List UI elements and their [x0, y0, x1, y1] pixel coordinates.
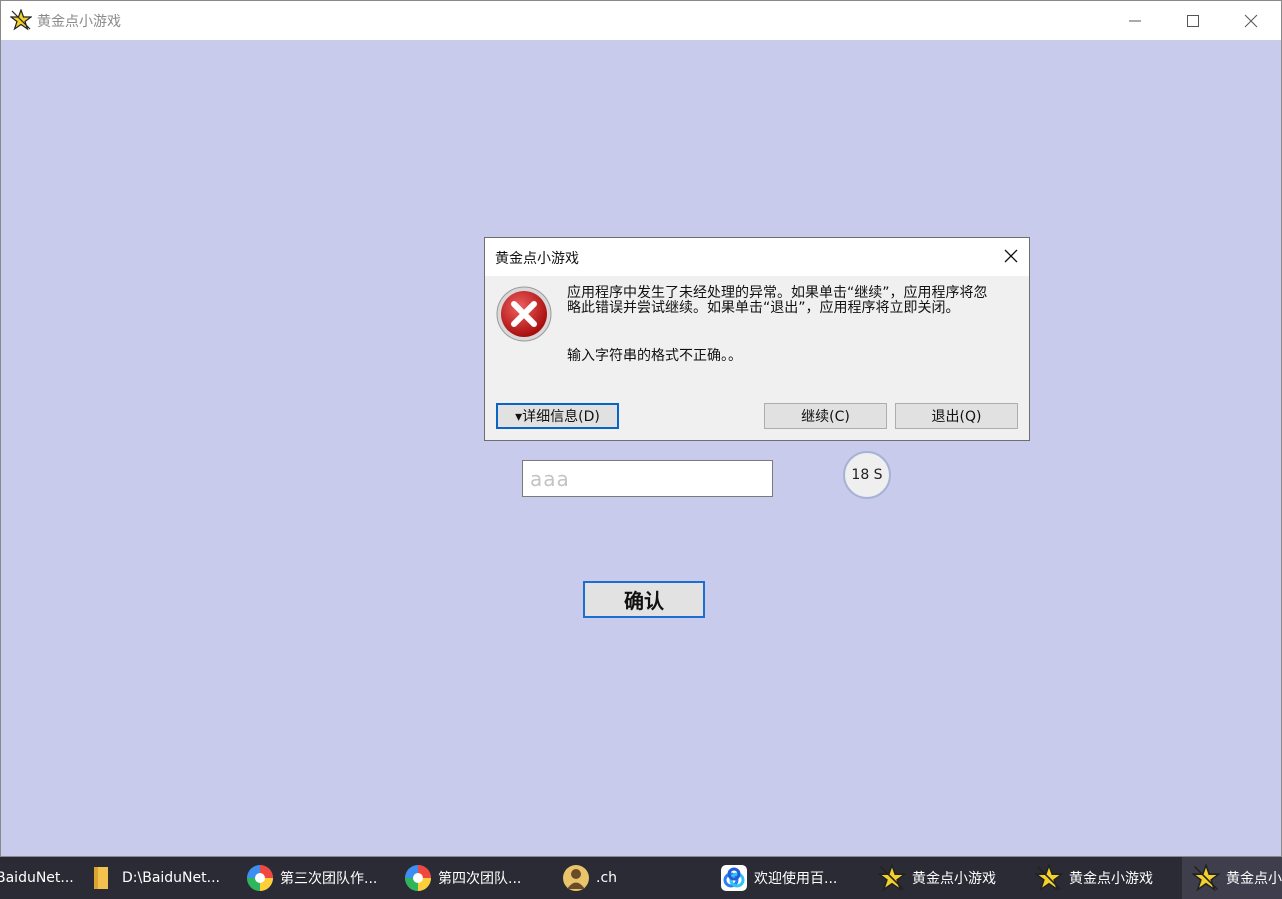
- taskbar-item-label: 欢迎使用百...: [754, 871, 838, 887]
- avatar-icon: [563, 865, 589, 891]
- taskbar-item-label: .ch: [596, 870, 618, 886]
- taskbar-item[interactable]: 黄金点小游戏: [878, 857, 1023, 899]
- taskbar-item[interactable]: .ch: [562, 857, 707, 899]
- taskbar-item-label: BaiduNet...: [0, 870, 74, 886]
- error-dialog: 黄金点小游戏 应用程序中发生了未经处理的异常。如果单击“继续”，应用程序将忽略此…: [484, 237, 1030, 441]
- maximize-button[interactable]: [1164, 1, 1222, 40]
- baidu-netdisk-icon: [721, 865, 747, 891]
- window-title: 黄金点小游戏: [37, 14, 121, 30]
- dialog-title: 黄金点小游戏: [495, 251, 579, 267]
- taskbar-item[interactable]: 黄金点小游戏: [1035, 857, 1180, 899]
- input-placeholder: aaa: [530, 467, 570, 491]
- taskbar-item[interactable]: 第三次团队作...: [246, 857, 396, 899]
- confirm-button[interactable]: 确认: [583, 581, 705, 618]
- taskbar-item[interactable]: 欢迎使用百...: [720, 857, 865, 899]
- taskbar-item[interactable]: BaiduNet...: [0, 857, 76, 899]
- dialog-message: 应用程序中发生了未经处理的异常。如果单击“继续”，应用程序将忽略此错误并尝试继续…: [567, 285, 988, 316]
- minimize-button[interactable]: [1106, 1, 1164, 40]
- star-app-icon: [1192, 864, 1220, 892]
- continue-button[interactable]: 继续(C): [764, 403, 887, 429]
- taskbar-item-label: 黄金点小游戏: [912, 871, 996, 887]
- number-input[interactable]: aaa: [522, 460, 773, 497]
- dialog-close-icon[interactable]: [1003, 248, 1019, 264]
- taskbar-item[interactable]: 第四次团队...: [404, 857, 549, 899]
- close-icon: [1244, 14, 1258, 27]
- folder-icon: [94, 867, 108, 889]
- error-icon: [496, 286, 552, 342]
- taskbar-item-label: 黄金点小游戏: [1069, 871, 1153, 887]
- browser-icon: [247, 865, 273, 891]
- dialog-detail-text: 输入字符串的格式不正确。。: [567, 348, 742, 364]
- quit-button[interactable]: 退出(Q): [895, 403, 1018, 429]
- star-app-icon: [1035, 864, 1063, 892]
- taskbar-item[interactable]: D:\BaiduNet...: [88, 857, 233, 899]
- minimize-icon: [1129, 20, 1141, 21]
- browser-icon: [405, 865, 431, 891]
- maximize-icon: [1187, 14, 1199, 27]
- countdown-timer: 18 S: [843, 451, 891, 499]
- star-app-icon: [878, 864, 906, 892]
- details-button[interactable]: ▾详细信息(D): [496, 403, 619, 429]
- taskbar-item-active[interactable]: 黄金点小: [1182, 857, 1282, 899]
- app-window: 黄金点小游戏 aaa 18 S 确认 黄金点小游戏 应用程序中发生了未经处理的异…: [0, 0, 1282, 857]
- taskbar-item-label: 第四次团队...: [438, 871, 522, 887]
- taskbar: BaiduNet... D:\BaiduNet... 第三次团队作... 第四次…: [0, 857, 1282, 899]
- star-app-icon: [10, 9, 32, 31]
- close-button[interactable]: [1222, 1, 1280, 40]
- taskbar-item-label: 第三次团队作...: [280, 871, 378, 887]
- taskbar-item-label: D:\BaiduNet...: [122, 870, 220, 886]
- dialog-titlebar[interactable]: 黄金点小游戏: [485, 238, 1029, 276]
- window-titlebar[interactable]: 黄金点小游戏: [1, 1, 1281, 40]
- taskbar-item-label: 黄金点小: [1226, 871, 1282, 887]
